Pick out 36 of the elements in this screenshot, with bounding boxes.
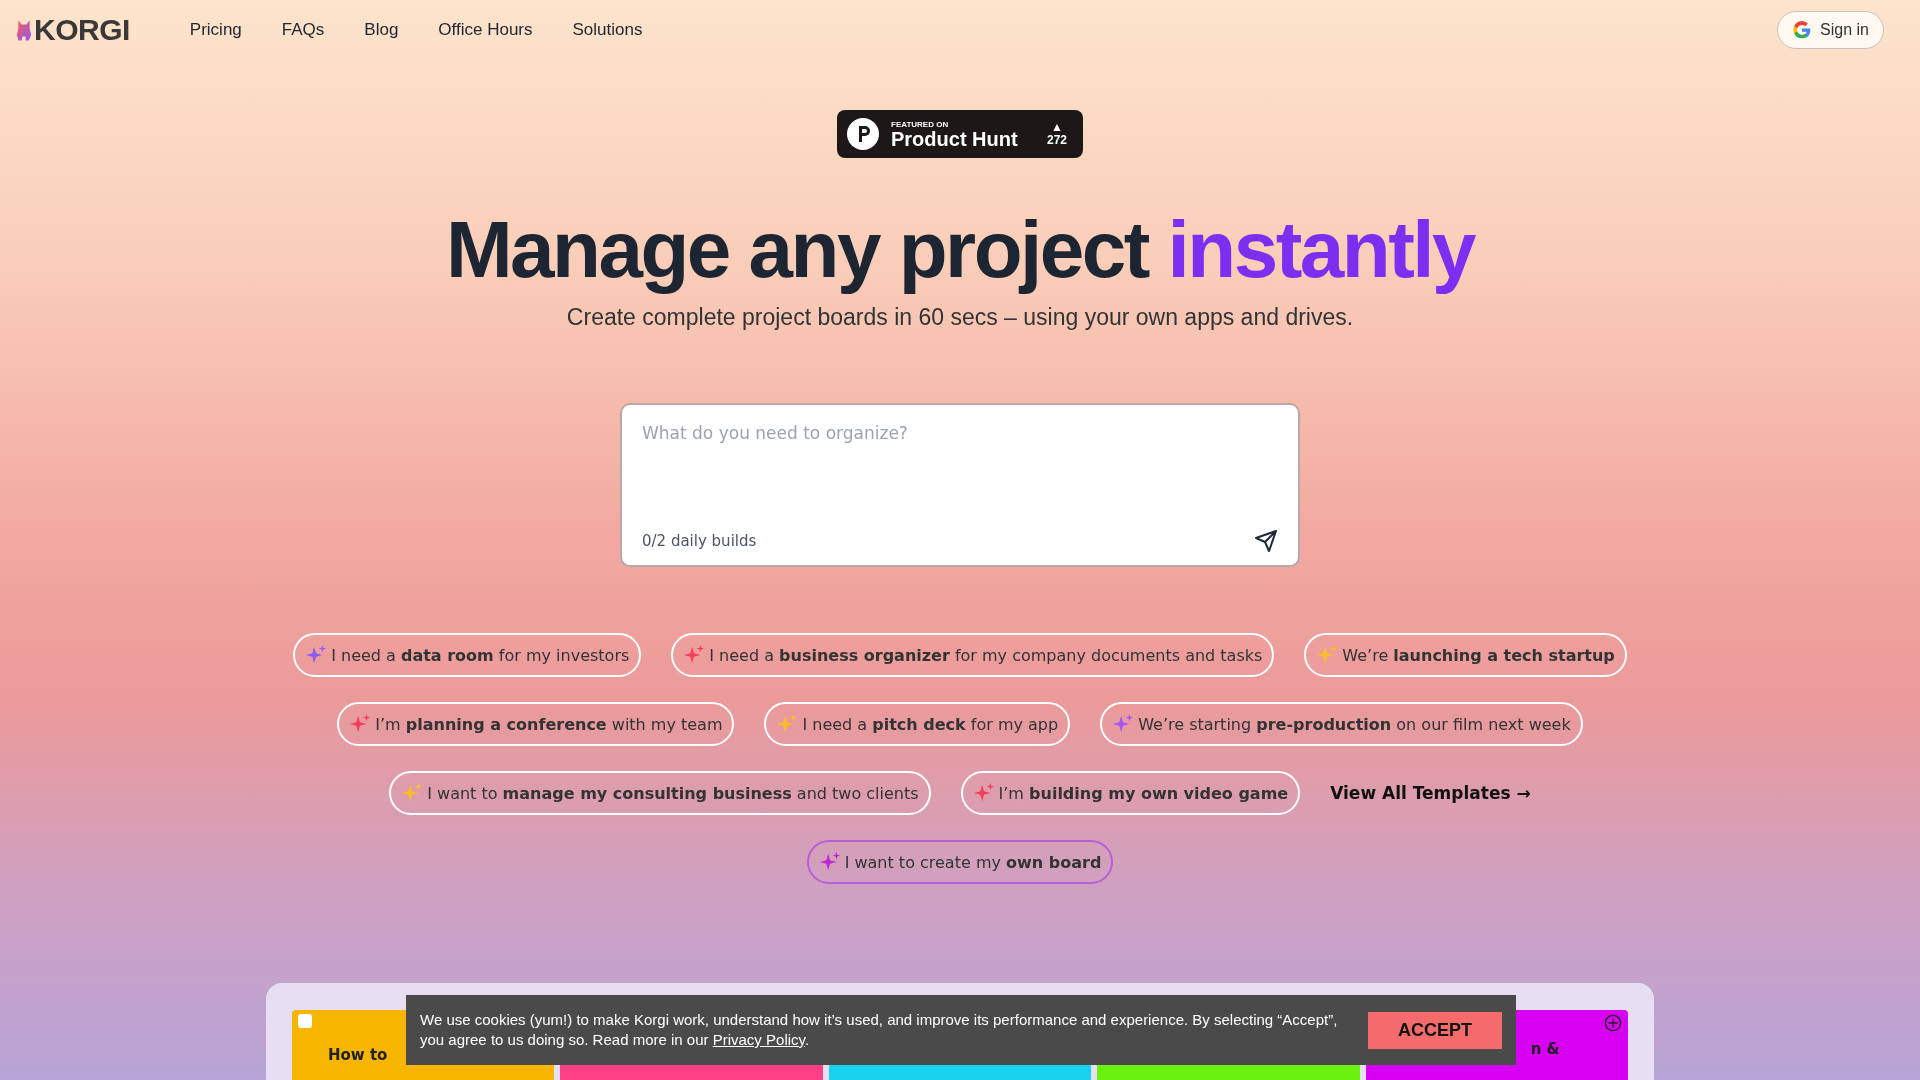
nav-link[interactable]: Solutions xyxy=(572,20,643,40)
privacy-policy-link[interactable]: Privacy Policy xyxy=(712,1031,805,1048)
suggestion-chip[interactable]: We’re starting pre-production on our film next week xyxy=(1100,702,1583,746)
nav-link[interactable]: Blog xyxy=(364,20,399,40)
column-title: How to xyxy=(328,1046,388,1064)
nav-link[interactable]: Pricing xyxy=(189,20,242,40)
build-counter: 0/2 daily builds xyxy=(642,532,757,550)
google-icon xyxy=(1792,20,1813,40)
suggestion-chip[interactable]: I want to manage my consulting business and two clients xyxy=(389,771,931,815)
checkbox-icon xyxy=(298,1014,312,1028)
view-templates-link[interactable]: View All Templates → xyxy=(1330,783,1531,803)
nav-link[interactable]: Office Hours xyxy=(438,20,533,40)
suggestion-chip[interactable]: We’re launching a tech startup xyxy=(1304,633,1627,677)
sign-in-button[interactable]: Sign in xyxy=(1777,11,1884,49)
create-board-chip[interactable]: I want to create my own board xyxy=(806,840,1114,884)
product-hunt-logo-icon xyxy=(847,118,879,150)
suggestion-chip[interactable]: I need a data room for my investors xyxy=(293,633,642,677)
badge-overline: FEATURED ON xyxy=(891,119,950,129)
add-icon[interactable] xyxy=(1604,1014,1623,1032)
prompt-box[interactable]: What do you need to organize? 0/2 daily builds xyxy=(620,403,1300,567)
headline: Manage any project instantly xyxy=(445,206,1475,294)
badge-title: Product Hunt xyxy=(891,128,1019,149)
suggestion-chip[interactable]: I’m building my own video game xyxy=(960,771,1301,815)
product-hunt-badge[interactable]: FEATURED ON Product Hunt ▲ 272 xyxy=(837,110,1083,158)
upvote-icon: ▲ xyxy=(1051,121,1063,133)
nav-link[interactable]: FAQs xyxy=(281,20,325,40)
vote-count: 272 xyxy=(1046,133,1067,147)
suggestion-chip[interactable]: I need a pitch deck for my app xyxy=(764,702,1071,746)
subtitle: Create complete project boards in 60 secs – using your own apps and drives. xyxy=(566,304,1354,331)
accept-button[interactable]: ACCEPT xyxy=(1368,1011,1502,1049)
brand-logo[interactable]: KORGI xyxy=(34,13,130,47)
cookie-message: We use cookies (yum!) to make Korgi work, understand how it’s used, and improve its performance and experience. By selecting “Accept”, you agree to us doing so. Read more in our Privacy Policy. xyxy=(420,1009,1338,1050)
column-title: n & xyxy=(1530,1040,1560,1058)
suggestion-chip[interactable]: I’m planning a conference with my team xyxy=(337,702,735,746)
send-icon[interactable] xyxy=(1254,529,1278,553)
suggestion-chip[interactable]: I need a business organizer for my company documents and tasks xyxy=(671,633,1275,677)
